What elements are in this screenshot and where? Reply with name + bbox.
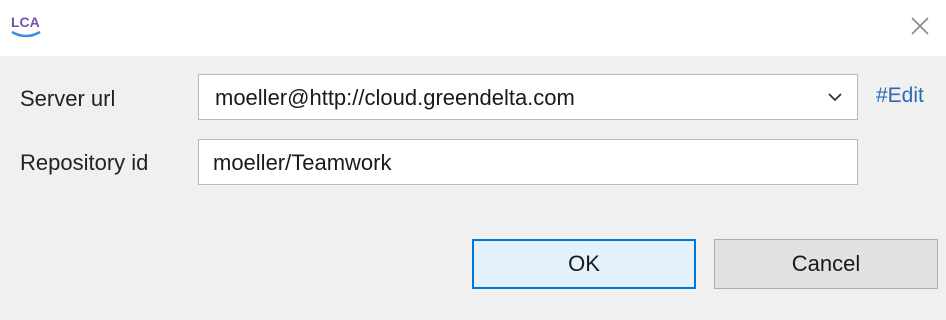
server-url-label: Server url xyxy=(20,86,116,111)
edit-link[interactable]: #Edit xyxy=(876,84,946,108)
cancel-button[interactable]: Cancel xyxy=(714,239,938,289)
app-logo-text: LCA xyxy=(11,14,40,30)
repository-id-label: Repository id xyxy=(20,150,149,175)
repository-id-value: moeller/Teamwork xyxy=(213,150,392,175)
server-url-dropdown[interactable]: moeller@http://cloud.greendelta.com xyxy=(198,74,858,120)
repository-id-field[interactable]: moeller/Teamwork xyxy=(198,139,858,185)
dialog-body: Server url moeller@http://cloud.greendel… xyxy=(0,56,946,320)
ok-button[interactable]: OK xyxy=(472,239,696,289)
close-button[interactable] xyxy=(902,8,938,44)
title-bar: LCA xyxy=(0,0,946,56)
chevron-down-icon[interactable] xyxy=(823,85,847,109)
dialog-window: LCA Server url moeller@http://cloud.gree… xyxy=(0,0,946,320)
app-logo-icon: LCA xyxy=(8,10,44,40)
server-url-value: moeller@http://cloud.greendelta.com xyxy=(215,85,575,110)
close-icon xyxy=(911,17,929,35)
